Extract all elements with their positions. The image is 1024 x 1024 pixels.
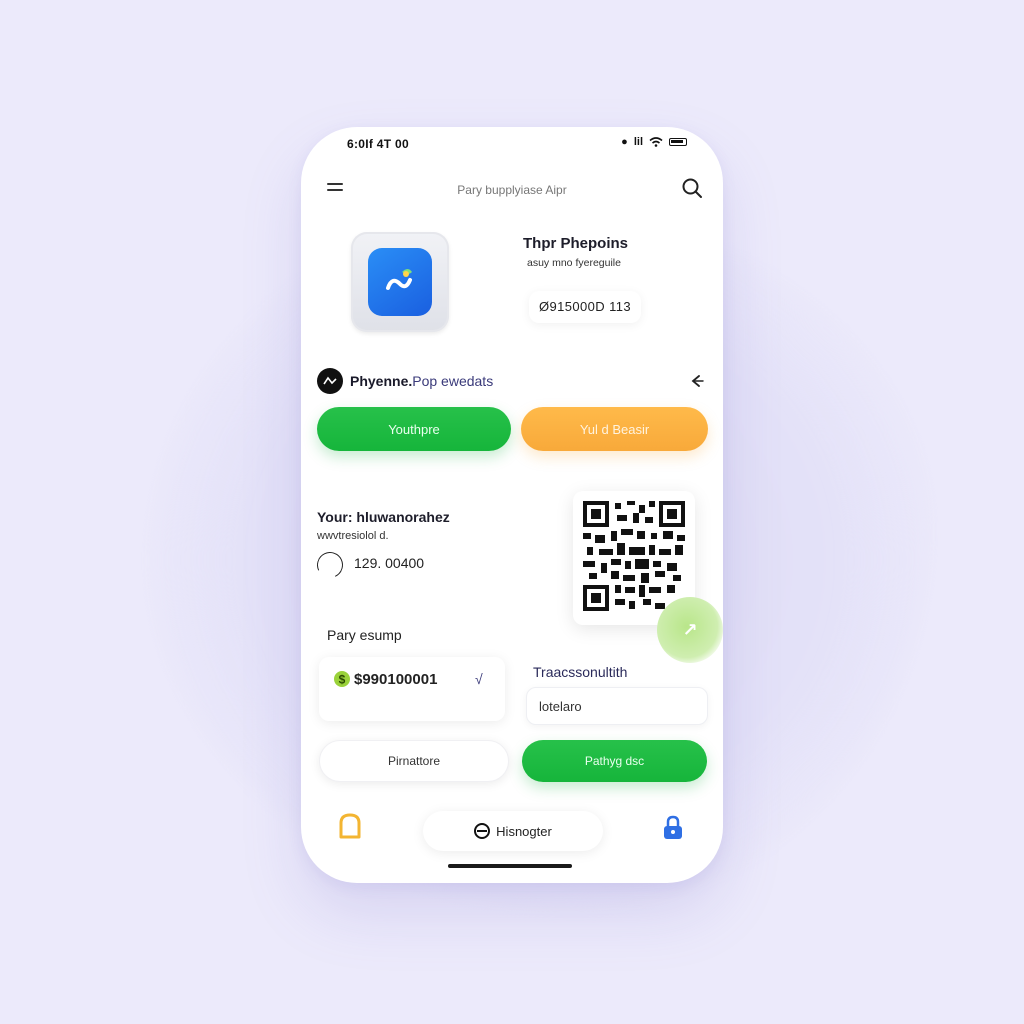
pay-section-label: Pary esump (327, 627, 402, 643)
qr-code (583, 501, 685, 611)
search-icon[interactable] (681, 177, 703, 199)
status-icons: ● lil (621, 136, 687, 148)
amount-card[interactable]: $ $990100001 √ (319, 657, 505, 721)
payee-detail: Pop ewedats (412, 373, 494, 389)
lock-icon[interactable] (661, 815, 685, 841)
history-icon (474, 823, 491, 839)
transaction-label: Traacssonultith (533, 664, 628, 680)
app-card: Thpr Phepoins asuy mno fyereguile Ø91500… (301, 227, 723, 357)
header-title: Pary bupplyiase Aipr (457, 183, 567, 197)
amount-value: $990100001 (354, 671, 438, 688)
primary-action-button[interactable]: Youthpre (317, 407, 511, 451)
transaction-input[interactable] (526, 687, 708, 725)
loading-ring-icon (313, 548, 347, 582)
payee-label: Phyenne.Pop ewedats (350, 373, 493, 389)
secondary-footer-button[interactable]: Pirnattore (319, 740, 509, 782)
bottom-nav: Hisnogter (301, 807, 723, 857)
app-name: Thpr Phepoins (523, 235, 628, 252)
primary-footer-button[interactable]: Pathyg dsc (522, 740, 707, 782)
app-subtitle: asuy mno fyereguile (527, 257, 621, 269)
wallet-subtitle: wwvtresiolol d. (317, 530, 389, 542)
secondary-action-button[interactable]: Yul d Beasir (521, 407, 708, 451)
home-indicator[interactable] (448, 864, 572, 868)
app-logo-icon (368, 248, 432, 316)
amount-check-icon: √ (475, 671, 483, 687)
camera-dot-icon: ● (621, 136, 628, 148)
wifi-icon (649, 137, 663, 147)
battery-icon (669, 138, 687, 146)
payee-row[interactable]: Phyenne.Pop ewedats (317, 367, 707, 397)
send-arrow-icon[interactable]: ↗ (657, 597, 723, 663)
balance-pill: Ø915000D 113 (529, 291, 642, 323)
history-tab-label: Hisnogter (496, 823, 552, 839)
wallet-amount: 129. 00400 (354, 555, 425, 571)
app-header: Pary bupplyiase Aipr (301, 171, 723, 207)
status-time: 6:0If 4T 00 (347, 137, 409, 151)
status-bar: 6:0If 4T 00 ● lil (301, 127, 723, 161)
share-icon[interactable] (689, 373, 705, 389)
wallet-title: Your: hluwanorahez (317, 509, 450, 525)
signal-icon: lil (633, 136, 643, 148)
history-tab[interactable]: Hisnogter (423, 811, 603, 851)
wallet-section: Your: hluwanorahez wwvtresiolol d. 129. … (313, 491, 723, 663)
bookmark-icon[interactable] (335, 811, 365, 841)
app-icon-frame[interactable] (351, 232, 449, 332)
avatar (317, 368, 343, 394)
payee-name: Phyenne. (350, 373, 413, 389)
coin-icon: $ (334, 671, 350, 687)
svg-text:$: $ (339, 673, 346, 687)
phone-frame: 6:0If 4T 00 ● lil Pary bupplyiase Aipr T… (301, 127, 723, 883)
